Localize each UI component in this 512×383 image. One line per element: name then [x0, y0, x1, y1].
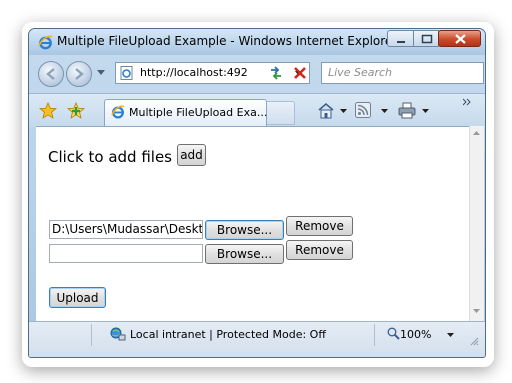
status-divider: [91, 324, 92, 346]
close-window-button[interactable]: [438, 30, 481, 47]
resize-grip-icon[interactable]: [469, 336, 479, 346]
click-to-add-label: Click to add files: [48, 148, 172, 166]
maximize-icon: [421, 34, 433, 44]
page-icon: [120, 66, 133, 80]
add-favorites-icon[interactable]: [67, 102, 85, 119]
remove-button[interactable]: Remove: [286, 216, 353, 236]
search-placeholder: Live Search: [328, 66, 392, 79]
tab-label: Multiple FileUpload Exa...: [129, 106, 268, 119]
print-icon[interactable]: [398, 102, 416, 119]
more-commands-chevron-icon[interactable]: [463, 98, 471, 106]
window-title: Multiple FileUpload Example - Windows In…: [57, 34, 398, 48]
address-text: http://localhost:492: [140, 66, 248, 79]
title-bar[interactable]: Multiple FileUpload Example - Windows In…: [29, 29, 485, 55]
refresh-icon: [271, 66, 281, 80]
ie-logo-icon: [111, 105, 125, 119]
add-button[interactable]: add: [177, 144, 206, 166]
minimize-button[interactable]: [387, 30, 414, 47]
home-dropdown-icon[interactable]: [340, 109, 347, 113]
search-box[interactable]: Live Search: [321, 62, 484, 84]
recent-pages-dropdown-icon[interactable]: [97, 70, 105, 75]
upload-button[interactable]: Upload: [49, 287, 106, 308]
stop-icon: [294, 67, 306, 79]
print-dropdown-icon[interactable]: [422, 109, 429, 113]
zoom-icon[interactable]: [387, 327, 400, 340]
back-arrow-icon: [46, 68, 55, 80]
navigation-bar: http://localhost:492 Live Search: [29, 55, 485, 93]
page-content: Click to add files add D:\Users\Mudassar…: [36, 126, 469, 322]
refresh-button[interactable]: [265, 62, 287, 84]
zoom-dropdown-icon[interactable]: [447, 333, 454, 337]
feeds-icon[interactable]: [355, 102, 371, 118]
security-zone-text: Local intranet | Protected Mode: Off: [130, 328, 326, 341]
remove-button[interactable]: Remove: [286, 240, 353, 260]
new-tab-button[interactable]: [267, 101, 295, 125]
maximize-button[interactable]: [413, 30, 439, 47]
tab-active[interactable]: Multiple FileUpload Exa...: [104, 99, 267, 126]
minimize-icon: [397, 41, 405, 43]
browse-button[interactable]: Browse...: [205, 220, 284, 240]
forward-button[interactable]: [66, 61, 92, 87]
file-path-input[interactable]: D:\Users\Mudassar\Deskt: [49, 220, 203, 239]
scroll-up-arrow-icon[interactable]: [473, 131, 480, 135]
close-icon: [455, 34, 466, 44]
file-path-input[interactable]: [49, 244, 203, 263]
local-intranet-icon: [110, 327, 126, 341]
zoom-level[interactable]: 100%: [400, 328, 431, 341]
forward-arrow-icon: [75, 68, 84, 80]
browse-button[interactable]: Browse...: [205, 244, 284, 264]
tab-bar: Multiple FileUpload Exa...: [29, 93, 485, 127]
feeds-dropdown-icon[interactable]: [381, 109, 388, 113]
stop-button[interactable]: [289, 62, 311, 84]
status-divider: [374, 324, 375, 346]
status-bar: Local intranet | Protected Mode: Off 100…: [29, 321, 485, 357]
browser-window: Multiple FileUpload Example - Windows In…: [28, 28, 486, 358]
ie-logo-icon: [38, 35, 53, 50]
home-icon[interactable]: [317, 102, 335, 119]
vertical-scrollbar[interactable]: [469, 126, 484, 321]
favorites-star-icon[interactable]: [39, 102, 57, 119]
scroll-down-arrow-icon[interactable]: [473, 309, 480, 313]
back-button[interactable]: [38, 61, 64, 87]
